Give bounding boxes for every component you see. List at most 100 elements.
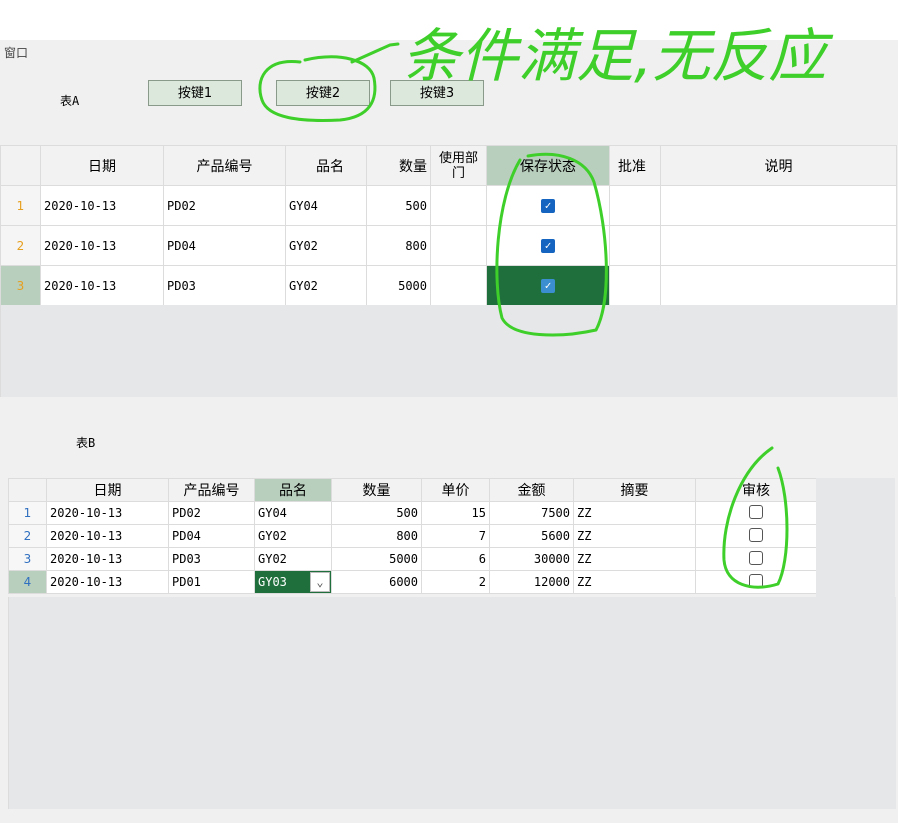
cell-date[interactable]: 2020-10-13 <box>46 524 169 548</box>
row-number[interactable]: 1 <box>0 185 41 226</box>
table-a-header-date[interactable]: 日期 <box>40 145 164 186</box>
cell-code[interactable]: PD01 <box>168 570 255 594</box>
cell-amount[interactable]: 30000 <box>489 547 574 571</box>
cell-code[interactable]: PD03 <box>168 547 255 571</box>
cell-name[interactable]: GY02 <box>285 265 367 306</box>
cell-qty[interactable]: 5000 <box>331 547 422 571</box>
cell-qty[interactable]: 500 <box>366 185 431 226</box>
cell-date[interactable]: 2020-10-13 <box>46 501 169 525</box>
cell-audit[interactable] <box>695 524 817 548</box>
cell-qty[interactable]: 800 <box>331 524 422 548</box>
unchecked-checkbox-icon[interactable] <box>749 550 763 565</box>
table-row[interactable]: 1 2020-10-13 PD02 GY04 500 15 7500 ZZ <box>8 501 817 525</box>
dropdown-value[interactable]: GY03 <box>256 575 311 589</box>
cell-name[interactable]: GY04 <box>285 185 367 226</box>
row-number[interactable]: 2 <box>8 524 47 548</box>
table-b-header-audit[interactable]: 审核 <box>695 478 817 502</box>
table-a-header-name[interactable]: 品名 <box>285 145 367 186</box>
cell-code[interactable]: PD04 <box>168 524 255 548</box>
cell-amount[interactable]: 5600 <box>489 524 574 548</box>
table-b-header-amount[interactable]: 金额 <box>489 478 574 502</box>
cell-date[interactable]: 2020-10-13 <box>40 185 164 226</box>
row-number[interactable]: 1 <box>8 501 47 525</box>
cell-approve[interactable] <box>609 225 661 266</box>
table-b-header-code[interactable]: 产品编号 <box>168 478 255 502</box>
row-number[interactable]: 3 <box>8 547 47 571</box>
cell-date[interactable]: 2020-10-13 <box>40 225 164 266</box>
row-number[interactable]: 3 <box>0 265 41 306</box>
cell-summary[interactable]: ZZ <box>573 501 696 525</box>
button-1[interactable]: 按键1 <box>148 80 242 106</box>
table-b-header-date[interactable]: 日期 <box>46 478 169 502</box>
button-2[interactable]: 按键2 <box>276 80 370 106</box>
row-number[interactable]: 2 <box>0 225 41 266</box>
cell-name[interactable]: GY04 <box>254 501 332 525</box>
cell-name[interactable]: GY02 <box>254 547 332 571</box>
table-row[interactable]: 2 2020-10-13 PD04 GY02 800 ✓ <box>0 225 897 266</box>
cell-amount[interactable]: 7500 <box>489 501 574 525</box>
cell-note[interactable] <box>660 185 897 226</box>
table-a-header-dept[interactable]: 使用部门 <box>430 145 487 186</box>
cell-price[interactable]: 6 <box>421 547 490 571</box>
cell-note[interactable] <box>660 265 897 306</box>
unchecked-checkbox-icon[interactable] <box>749 504 763 519</box>
cell-code[interactable]: PD04 <box>163 225 286 266</box>
checked-checkbox-icon[interactable]: ✓ <box>541 239 555 253</box>
cell-dept[interactable] <box>430 185 487 226</box>
cell-code[interactable]: PD02 <box>168 501 255 525</box>
button-3[interactable]: 按键3 <box>390 80 484 106</box>
unchecked-checkbox-icon[interactable] <box>749 573 763 588</box>
table-a-header-saved[interactable]: 保存状态 <box>486 145 610 186</box>
cell-note[interactable] <box>660 225 897 266</box>
cell-dept[interactable] <box>430 225 487 266</box>
row-number[interactable]: 4 <box>8 570 47 594</box>
table-a-header-code[interactable]: 产品编号 <box>163 145 286 186</box>
table-row[interactable]: 4 2020-10-13 PD01 GY03 ⌄ 6000 2 12000 ZZ <box>8 570 817 594</box>
cell-price[interactable]: 2 <box>421 570 490 594</box>
table-a-header-note[interactable]: 说明 <box>660 145 897 186</box>
cell-dept[interactable] <box>430 265 487 306</box>
checked-checkbox-icon[interactable]: ✓ <box>541 199 555 213</box>
cell-price[interactable]: 15 <box>421 501 490 525</box>
table-row[interactable]: 2 2020-10-13 PD04 GY02 800 7 5600 ZZ <box>8 524 817 548</box>
table-b-header-summary[interactable]: 摘要 <box>573 478 696 502</box>
cell-summary[interactable]: ZZ <box>573 547 696 571</box>
cell-approve[interactable] <box>609 185 661 226</box>
cell-qty[interactable]: 6000 <box>331 570 422 594</box>
cell-name-dropdown[interactable]: GY03 ⌄ <box>254 570 332 594</box>
cell-qty[interactable]: 800 <box>366 225 431 266</box>
table-b-header-name[interactable]: 品名 <box>254 478 332 502</box>
cell-summary[interactable]: ZZ <box>573 524 696 548</box>
table-row[interactable]: 3 2020-10-13 PD03 GY02 5000 6 30000 ZZ <box>8 547 817 571</box>
cell-amount[interactable]: 12000 <box>489 570 574 594</box>
cell-audit[interactable] <box>695 547 817 571</box>
cell-code[interactable]: PD03 <box>163 265 286 306</box>
cell-qty[interactable]: 500 <box>331 501 422 525</box>
table-b-corner[interactable] <box>8 478 47 502</box>
cell-audit[interactable] <box>695 501 817 525</box>
cell-code[interactable]: PD02 <box>163 185 286 226</box>
table-row[interactable]: 1 2020-10-13 PD02 GY04 500 ✓ <box>0 185 897 226</box>
unchecked-checkbox-icon[interactable] <box>749 527 763 542</box>
table-row[interactable]: 3 2020-10-13 PD03 GY02 5000 ✓ <box>0 265 897 306</box>
table-a-header-approve[interactable]: 批准 <box>609 145 661 186</box>
cell-saved[interactable]: ✓ <box>486 185 610 226</box>
cell-date[interactable]: 2020-10-13 <box>46 570 169 594</box>
table-a-header-qty[interactable]: 数量 <box>366 145 431 186</box>
cell-qty[interactable]: 5000 <box>366 265 431 306</box>
cell-name[interactable]: GY02 <box>254 524 332 548</box>
cell-audit[interactable] <box>695 570 817 594</box>
cell-saved[interactable]: ✓ <box>486 225 610 266</box>
cell-price[interactable]: 7 <box>421 524 490 548</box>
table-a-corner[interactable] <box>0 145 41 186</box>
table-b-header-price[interactable]: 单价 <box>421 478 490 502</box>
chevron-down-icon[interactable]: ⌄ <box>310 572 330 592</box>
cell-name[interactable]: GY02 <box>285 225 367 266</box>
cell-summary[interactable]: ZZ <box>573 570 696 594</box>
cell-date[interactable]: 2020-10-13 <box>40 265 164 306</box>
table-b-header-qty[interactable]: 数量 <box>331 478 422 502</box>
cell-approve[interactable] <box>609 265 661 306</box>
cell-date[interactable]: 2020-10-13 <box>46 547 169 571</box>
checked-checkbox-icon[interactable]: ✓ <box>541 279 555 293</box>
cell-saved-selected[interactable]: ✓ <box>486 265 610 306</box>
